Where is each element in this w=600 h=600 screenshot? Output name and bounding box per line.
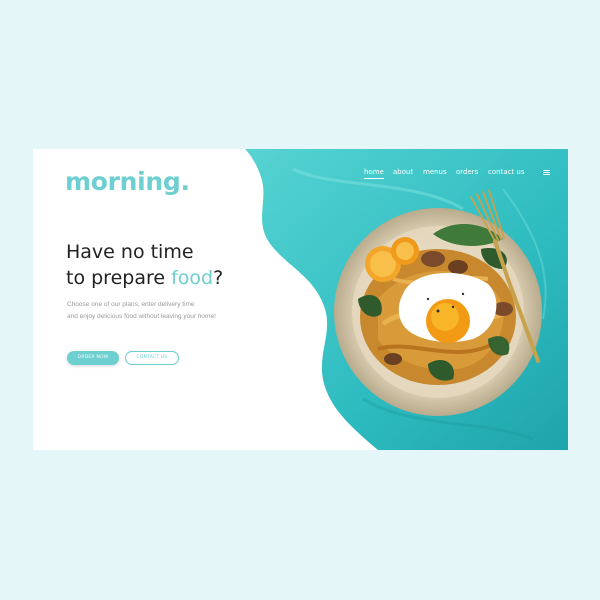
headline-line1: Have no time xyxy=(66,241,194,263)
landing-page-frame: morning. home about menus orders contact… xyxy=(33,149,568,450)
hero-subtext: Choose one of our plans, enter delivery … xyxy=(67,299,267,323)
subtext-line1: Choose one of our plans, enter delivery … xyxy=(67,301,195,308)
nav-orders[interactable]: orders xyxy=(456,168,478,176)
hamburger-menu-icon[interactable] xyxy=(543,170,550,175)
order-now-button[interactable]: ORDER NOW xyxy=(67,351,119,365)
nav-about[interactable]: about xyxy=(393,168,413,176)
nav-contact-us[interactable]: contact us xyxy=(488,168,525,176)
headline-suffix: ? xyxy=(213,267,224,289)
subtext-line2: and enjoy delicious food without leaving… xyxy=(67,313,216,320)
hero-headline: Have no time to prepare food? xyxy=(66,239,223,291)
brand-logo[interactable]: morning. xyxy=(65,167,190,196)
nav-home[interactable]: home xyxy=(364,168,384,179)
contact-us-button[interactable]: CONTACT US xyxy=(125,351,179,365)
nav-menus[interactable]: menus xyxy=(423,168,447,176)
headline-accent-word: food xyxy=(171,267,214,289)
headline-line2-prefix: to prepare xyxy=(66,267,172,289)
